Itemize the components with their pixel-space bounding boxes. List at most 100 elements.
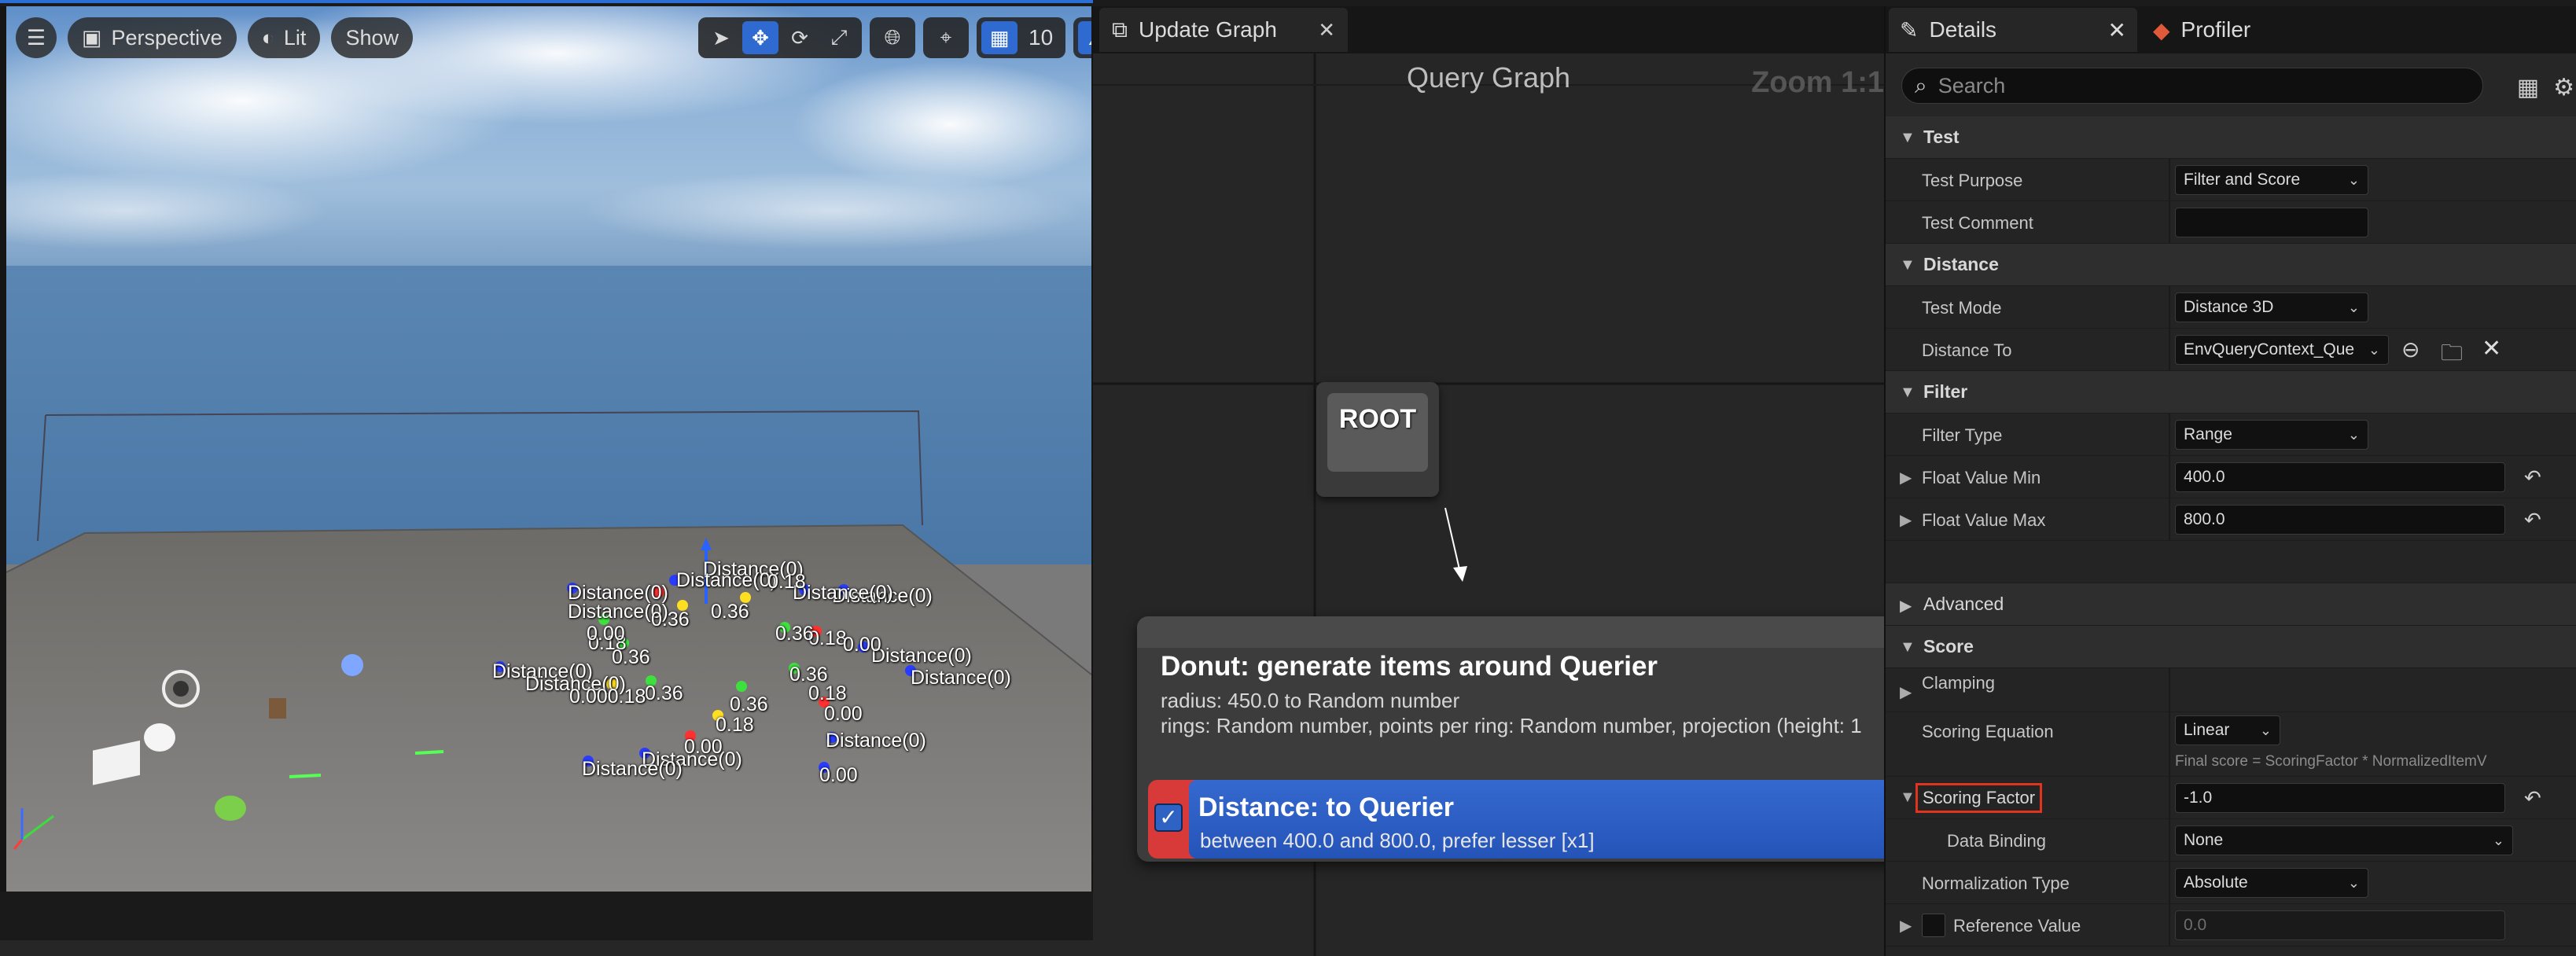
tab-profiler[interactable]: ◆ Profiler [2142,8,2261,52]
test-mode-dropdown[interactable]: Distance 3D ⌄ [2175,292,2368,322]
debug-label: 0.36 [645,682,683,704]
viewport-menu-button[interactable]: ☰ [16,17,57,58]
category-test[interactable]: ▼ Test [1886,116,2576,159]
reset-icon[interactable]: ↶ [2524,465,2541,490]
row-filter-type: Filter Type Range ⌄ [1886,414,2576,456]
cube-icon: ▣ [82,25,102,50]
generator-node[interactable]: Donut: generate items around Querier rad… [1137,616,1884,862]
scoring-factor-input[interactable]: -1.0 [2175,783,2505,813]
reset-icon[interactable]: ↶ [2524,786,2541,811]
category-label: Advanced [1923,594,2004,614]
distance-to-dropdown[interactable]: EnvQueryContext_Que ⌄ [2175,335,2389,365]
prop-label: Reference Value [1953,916,2081,936]
chevron-down-icon: ⌄ [2347,299,2360,315]
show-button[interactable]: Show [331,17,413,58]
prop-label: Test Purpose [1922,171,2023,190]
collapse-arrow-icon[interactable]: ▼ [1900,789,1915,807]
normalization-type-dropdown[interactable]: Absolute ⌄ [2175,868,2368,898]
expand-arrow-icon[interactable]: ▶ [1900,468,1912,487]
debug-label: 0.36 [651,609,690,631]
browse-back-icon[interactable]: ⊖ [2401,336,2420,362]
title-strip [0,0,2576,6]
grid-snap-value[interactable]: 10 [1021,25,1061,50]
float-min-input[interactable]: 400.0 [2175,462,2505,492]
category-filter[interactable]: ▼ Filter [1886,371,2576,414]
row-normalization-type: Normalization Type Absolute ⌄ [1886,862,2576,904]
collapse-arrow-icon: ▼ [1900,129,1915,146]
level-viewport[interactable]: ☰ ▣ Perspective ◐ Lit Show ➤ ✥ ⟳ ⤢ 🌐︎ ⌖ … [6,6,1091,892]
debug-label: Distance(0) [826,730,926,752]
tab-update-graph[interactable]: ⧉ Update Graph ✕ [1099,8,1348,52]
details-view-options: ▦ ⚙ [2517,74,2574,101]
generator-title: Donut: generate items around Querier [1161,651,1658,682]
close-icon[interactable]: ✕ [2108,17,2126,43]
float-max-input[interactable]: 800.0 [2175,505,2505,535]
reset-icon[interactable]: ↶ [2524,508,2541,532]
translate-tool-button[interactable]: ✥ [742,21,778,54]
world-space-button[interactable]: 🌐︎ [874,21,911,54]
expand-arrow-icon[interactable]: ▶ [1900,682,1912,702]
dropdown-value: Range [2184,425,2232,443]
root-node[interactable]: ROOT [1316,382,1439,497]
debug-label: 0.36 [612,646,650,668]
category-advanced[interactable]: ▶ Advanced [1886,583,2576,626]
tab-label: Update Graph [1139,17,1277,42]
scale-tool-button[interactable]: ⤢ [821,21,857,54]
debug-label: 0.36 [711,601,749,623]
prop-label: Data Binding [1947,831,2046,851]
debug-label: Distance(0) [871,645,972,667]
expand-arrow-icon: ▶ [1900,598,1912,615]
debug-label: Distance(0) [793,582,893,604]
gear-icon[interactable]: ⚙ [2553,74,2574,101]
debug-label: 0.00 [824,703,863,725]
tab-label: Details [1929,17,1997,42]
debug-label: 0.00 [684,736,723,758]
debug-label: Distance(0) [582,758,683,780]
details-search-row: ⌕ ▦ ⚙ [1886,53,2576,116]
scoring-equation-dropdown[interactable]: Linear ⌄ [2175,715,2280,745]
test-comment-input[interactable] [2175,208,2368,237]
search-box[interactable]: ⌕ [1901,68,2483,104]
reference-value-checkbox[interactable] [1922,914,1945,937]
tab-details[interactable]: ✎ Details ✕ [1889,8,2137,52]
row-scoring-factor: ▼ Scoring Factor -1.0 ↶ [1886,777,2576,819]
dropdown-value: Absolute [2184,873,2248,892]
graph-icon: ⧉ [1112,17,1128,42]
query-graph-panel: ⧉ Update Graph ✕ Query Graph Zoom 1:1 RO… [1093,6,1884,956]
prop-label: Scoring Equation [1922,722,2054,741]
data-binding-dropdown[interactable]: None ⌄ [2175,825,2513,855]
chevron-down-icon: ⌄ [2347,874,2360,891]
grid-snap-button[interactable]: ▦ [981,21,1018,54]
lit-label: Lit [283,25,307,50]
prop-label: Float Value Max [1922,510,2046,530]
close-icon[interactable]: ✕ [1318,18,1335,42]
search-input[interactable] [1938,73,2442,98]
surface-snap-button[interactable]: ⌖ [928,21,964,54]
graph-canvas[interactable]: Query Graph Zoom 1:1 ROOT Donut: generat… [1093,53,1884,956]
debug-label: 0.18 [767,571,806,593]
grid-icon: ▦ [989,25,1010,50]
check-icon: ✓ [1159,805,1178,829]
lit-button[interactable]: ◐ Lit [247,17,321,58]
table-icon[interactable]: ▦ [2517,74,2539,101]
select-tool-button[interactable]: ➤ [703,21,739,54]
chevron-down-icon: ⌄ [2259,722,2272,738]
filter-type-dropdown[interactable]: Range ⌄ [2175,420,2368,450]
rotation-snap-button[interactable]: ∡ [1078,21,1091,54]
dropdown-value: Distance 3D [2184,298,2274,316]
test-enabled-checkbox[interactable]: ✓ [1154,803,1183,832]
perspective-button[interactable]: ▣ Perspective [68,17,237,58]
distance-test-node[interactable]: ✓ Distance: to Querier between 400.0 and… [1148,780,1884,859]
row-test-comment: Test Comment [1886,201,2576,244]
rotate-tool-button[interactable]: ⟳ [782,21,818,54]
prop-label: Clamping [1922,673,1995,693]
expand-arrow-icon[interactable]: ▶ [1900,916,1912,936]
category-distance[interactable]: ▼ Distance [1886,244,2576,286]
browse-folder-icon[interactable]: 🗀︎ [2441,336,2463,374]
category-score[interactable]: ▼ Score [1886,626,2576,668]
debug-label: 0.00 [587,623,625,645]
surface-snap-group: ⌖ [923,17,969,58]
expand-arrow-icon[interactable]: ▶ [1900,510,1912,530]
clear-icon[interactable]: ✕ [2482,335,2501,362]
test-purpose-dropdown[interactable]: Filter and Score ⌄ [2175,165,2368,195]
